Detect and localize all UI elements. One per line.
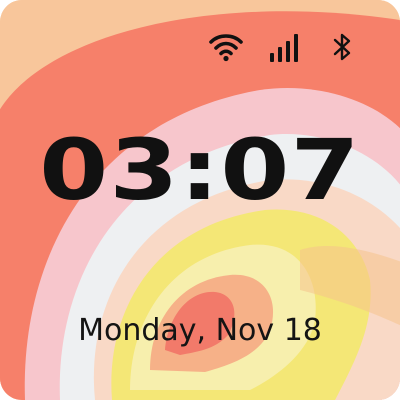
status-bar (208, 30, 360, 64)
bluetooth-icon (333, 33, 351, 61)
wifi-icon (209, 34, 243, 62)
lock-screen: 03:07 Monday, Nov 18 (0, 0, 400, 400)
clock-time: 03:07 (39, 121, 361, 219)
cellular-signal-icon (270, 34, 298, 62)
clock-date: Monday, Nov 18 (78, 313, 322, 348)
